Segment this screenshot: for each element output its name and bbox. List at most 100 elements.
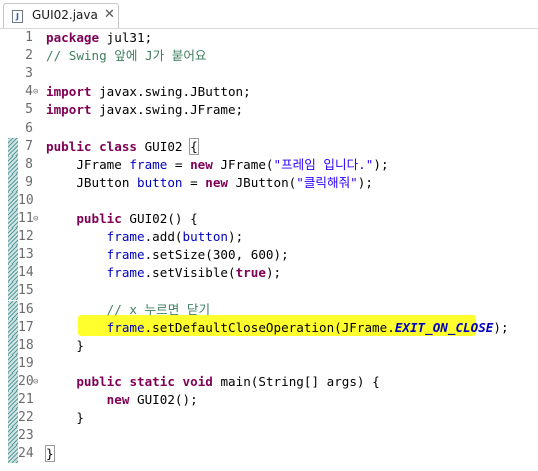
change-ruler-marker [8, 336, 18, 355]
change-ruler-marker [8, 173, 18, 192]
code-token: static [129, 373, 175, 389]
code-token: frame [106, 229, 145, 245]
code-token: main(String[] args) { [212, 373, 380, 389]
code-token: ); [228, 229, 244, 245]
code-line[interactable]: 20 ⊖ public static void main(String[] arg… [0, 372, 538, 391]
line-number: 16 [18, 301, 34, 317]
change-ruler-marker [8, 228, 18, 247]
fold-toggle-icon[interactable]: ⊖ [33, 373, 38, 391]
code-token: .setSize(300, 600); [144, 247, 289, 263]
change-ruler-marker [8, 391, 18, 409]
code-token: JButton( [228, 174, 297, 190]
code-line[interactable]: 1 package jul31; [0, 29, 538, 47]
line-number: 6 [25, 120, 33, 136]
code-token: GUI02() { [121, 211, 198, 226]
code-line[interactable]: 16 // x 누르면 닫기 [0, 300, 538, 319]
code-line[interactable]: 17 frame.setDefaultCloseOperation(JFrame… [0, 318, 538, 337]
code-token: .setDefaultCloseOperation(JFrame. [144, 319, 395, 335]
code-token: button [182, 229, 229, 245]
code-line[interactable]: 10 [0, 191, 538, 210]
code-token: "클릭해줘" [296, 174, 358, 190]
code-token: frame [106, 247, 145, 263]
change-ruler-marker [8, 409, 18, 428]
code-text: } [46, 337, 84, 355]
code-token: package [46, 30, 100, 45]
code-token: = [167, 156, 191, 172]
code-line[interactable]: 5 import javax.swing.JFrame; [0, 101, 538, 119]
line-number: 14 [18, 265, 34, 281]
code-line[interactable]: 9 JButton button = new JButton("클릭해줘"); [0, 173, 538, 192]
code-text: // x 누르면 닫기 [46, 301, 210, 319]
code-token: new [106, 392, 130, 407]
code-line[interactable]: 22 } [0, 409, 538, 428]
code-token: frame [129, 156, 168, 172]
code-line[interactable]: 8 JFrame frame = new JFrame("프레임 입니다."); [0, 155, 538, 174]
code-token: JButton [46, 174, 137, 190]
code-line[interactable]: 6 [0, 120, 538, 138]
line-number: 20 [18, 373, 34, 389]
close-icon[interactable]: ✕ [104, 7, 115, 22]
code-line[interactable]: 18 } [0, 336, 538, 355]
line-number: 18 [18, 337, 34, 353]
code-line[interactable]: 15 [0, 282, 538, 301]
code-text: import javax.swing.JFrame; [46, 101, 243, 119]
code-token: // Swing 앞에 J가 붙어요 [46, 48, 207, 64]
code-line[interactable]: 19 [0, 354, 538, 373]
code-text: import javax.swing.JButton; [46, 83, 251, 101]
code-text: frame.add(button); [46, 228, 244, 246]
line-number: 15 [18, 283, 34, 299]
code-token: public [76, 373, 122, 389]
line-number: 19 [18, 355, 34, 371]
code-token: javax.swing.JFrame; [91, 102, 244, 118]
change-ruler-marker [8, 155, 18, 174]
code-line[interactable]: 4 ⊖ import javax.swing.JButton; [0, 83, 538, 101]
code-token: ); [357, 174, 373, 190]
change-ruler-marker [8, 427, 18, 446]
line-number: 5 [25, 102, 33, 118]
change-ruler-marker [8, 246, 18, 265]
change-ruler-marker [8, 210, 18, 228]
code-token: GUI02 [137, 138, 191, 154]
code-token: EXIT_ON_CLOSE [394, 319, 494, 335]
line-number: 13 [18, 247, 34, 263]
code-token: new [190, 156, 213, 172]
code-token: class [99, 138, 138, 154]
code-token: { [189, 137, 199, 155]
code-text: } [45, 445, 55, 463]
line-number: 24 [18, 446, 34, 462]
change-ruler-marker [8, 191, 18, 210]
code-line[interactable]: 11 ⊖ public GUI02() { [0, 210, 538, 228]
code-line[interactable]: 21 new GUI02(); [0, 391, 538, 409]
fold-toggle-icon[interactable]: ⊖ [33, 83, 38, 101]
code-line[interactable]: 14 frame.setVisible(true); [0, 264, 538, 283]
code-token: = [182, 174, 206, 190]
code-line[interactable]: 2 // Swing 앞에 J가 붙어요 [0, 47, 538, 65]
code-token: import [46, 84, 92, 100]
tab-title: GUI02.java [32, 8, 98, 22]
code-line[interactable]: 24} [0, 445, 538, 464]
code-token: JFrame( [212, 156, 274, 172]
code-line[interactable]: 23 [0, 427, 538, 446]
code-token: public [46, 138, 92, 154]
code-token: } [45, 445, 55, 463]
line-number: 12 [18, 229, 34, 245]
fold-toggle-icon[interactable]: ⊖ [33, 210, 38, 228]
code-line[interactable]: 13 frame.setSize(300, 600); [0, 246, 538, 265]
code-token: JFrame [46, 156, 130, 172]
line-number: 8 [25, 156, 33, 172]
tab-gui02-java[interactable]: J GUI02.java ✕ [3, 3, 119, 28]
code-token: void [182, 373, 213, 389]
change-ruler-marker [8, 300, 18, 319]
code-line[interactable]: 7 public class GUI02 { [0, 137, 538, 156]
change-ruler-marker [8, 372, 18, 391]
code-line[interactable]: 12 frame.add(button); [0, 228, 538, 247]
code-line[interactable]: 3 [0, 65, 538, 83]
code-editor[interactable]: 1 package jul31; 2// Swing 앞에 J가 붙어요 3 4 ⊖ imp… [0, 29, 538, 471]
code-text: frame.setDefaultCloseOperation(JFrame.EX… [46, 319, 509, 337]
line-number: 2 [25, 48, 33, 64]
